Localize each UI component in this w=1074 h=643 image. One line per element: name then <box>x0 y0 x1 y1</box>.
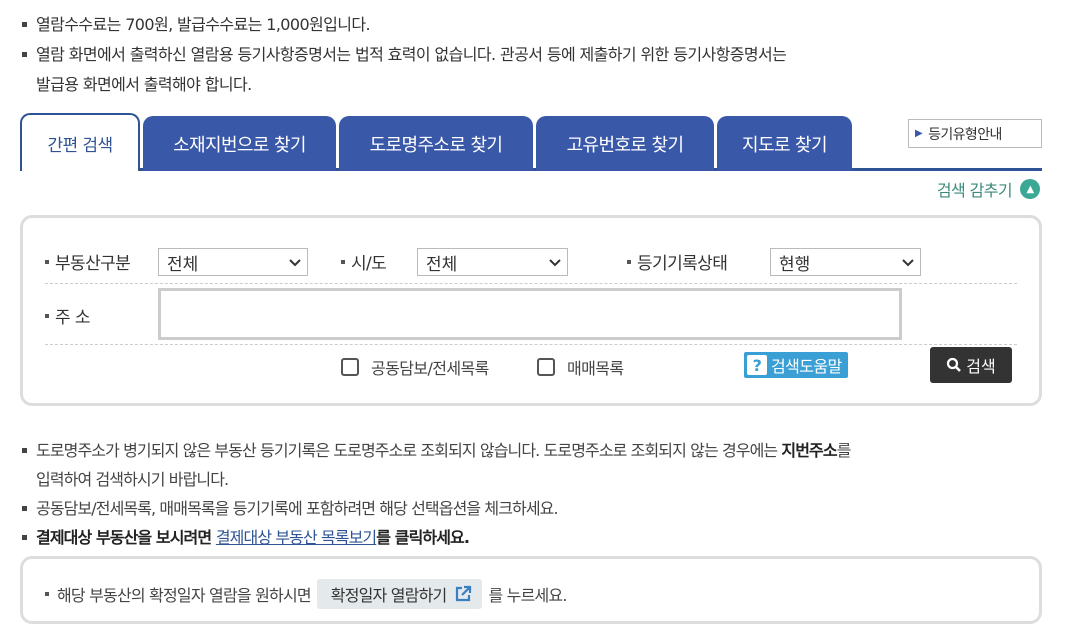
record-status-label: 등기기록상태 <box>627 249 728 274</box>
search-button[interactable]: 검색 <box>930 347 1012 383</box>
bullet <box>45 592 49 596</box>
notice-checkbox-options: 공동담보/전세목록, 매매목록을 등기기록에 포함하려면 해당 선택옵션을 체크… <box>20 494 1050 523</box>
joint-collateral-checkbox[interactable]: 공동담보/전세목록 <box>341 355 489 379</box>
guide-button-label: 등기유형안내 <box>928 126 1002 143</box>
confirm-date-notice: 해당 부동산의 확정일자 열람을 원하시면 확정일자 열람하기 를 누르세요. <box>45 579 567 609</box>
notice-lot-address-strong: 지번주소 <box>781 441 837 460</box>
city-value: 전체 <box>426 254 458 275</box>
notice-road-address: 도로명주소가 병기되지 않은 부동산 등기기록은 도로명주소로 조회되지 않습니… <box>20 436 1050 465</box>
record-status-value: 현행 <box>779 254 811 275</box>
checkbox-icon <box>341 358 359 376</box>
tab-lot-number[interactable]: 소재지번으로 찾기 <box>143 116 336 171</box>
divider <box>45 283 1017 284</box>
view-confirm-date-button[interactable]: 확정일자 열람하기 <box>316 579 483 609</box>
city-label: 시/도 <box>341 249 387 274</box>
joint-collateral-label: 공동담보/전세목록 <box>371 359 489 378</box>
notice-legal: 열람 화면에서 출력하신 열람용 등기사항증명서는 법적 효력이 없습니다. 관… <box>20 40 1060 70</box>
tab-simple-search[interactable]: 간편 검색 <box>20 113 140 171</box>
notice-road-address-suffix: 를 <box>836 441 852 460</box>
notice-bottom: 도로명주소가 병기되지 않은 부동산 등기기록은 도로명주소로 조회되지 않습니… <box>20 436 1050 552</box>
tab-unique-number[interactable]: 고유번호로 찾기 <box>536 116 714 171</box>
notice-road-address-cont-text: 입력하여 검색하시기 바랍니다. <box>36 470 229 489</box>
notice-fee: 열람수수료는 700원, 발급수수료는 1,000원입니다. <box>20 10 1060 40</box>
search-help-button[interactable]: ? 검색도움말 <box>744 352 848 378</box>
chevron-down-icon <box>289 259 301 267</box>
payment-list-link[interactable]: 결제대상 부동산 목록보기 <box>216 528 377 547</box>
tab-map[interactable]: 지도로 찾기 <box>717 116 852 171</box>
sale-list-label: 매매목록 <box>567 359 624 378</box>
city-select[interactable]: 전체 <box>417 248 568 276</box>
confirm-after-text: 를 누르세요. <box>488 586 567 605</box>
notice-top: 열람수수료는 700원, 발급수수료는 1,000원입니다. 열람 화면에서 출… <box>20 10 1060 99</box>
checkbox-icon <box>537 358 555 376</box>
registry-type-guide-button[interactable]: ▶ 등기유형안내 <box>908 119 1042 148</box>
property-type-select[interactable]: 전체 <box>158 248 308 276</box>
search-button-label: 검색 <box>966 357 996 376</box>
address-input[interactable] <box>158 288 902 340</box>
notice-payment-text: 결제대상 부동산을 보시려면 <box>36 528 216 547</box>
tab-road-address[interactable]: 도로명주소로 찾기 <box>339 116 533 171</box>
divider <box>45 344 1017 345</box>
search-tabs: 간편 검색 소재지번으로 찾기 도로명주소로 찾기 고유번호로 찾기 지도로 찾… <box>20 113 1042 171</box>
question-icon: ? <box>747 355 767 375</box>
notice-road-address-text: 도로명주소가 병기되지 않은 부동산 등기기록은 도로명주소로 조회되지 않습니… <box>36 441 782 460</box>
notice-road-address-cont: 입력하여 검색하시기 바랍니다. <box>20 465 1050 494</box>
notice-legal-cont: 발급용 화면에서 출력해야 합니다. <box>20 70 1060 99</box>
view-confirm-date-label: 확정일자 열람하기 <box>330 586 447 605</box>
property-type-value: 전체 <box>167 254 199 275</box>
search-icon <box>947 357 962 372</box>
search-panel: 부동산구분 전체 시/도 전체 등기기록상태 현행 주 소 공동담보/전세목록 … <box>20 215 1042 406</box>
confirm-date-panel: 해당 부동산의 확정일자 열람을 원하시면 확정일자 열람하기 를 누르세요. <box>20 556 1042 624</box>
chevron-down-icon <box>902 259 914 267</box>
hide-search-link[interactable]: 검색 감추기 ▲ <box>937 177 1040 201</box>
hide-search-label: 검색 감추기 <box>936 181 1013 200</box>
chevron-down-icon <box>549 259 561 267</box>
search-help-label: 검색도움말 <box>771 357 842 376</box>
sale-list-checkbox[interactable]: 매매목록 <box>537 355 624 379</box>
chevron-up-icon: ▲ <box>1020 179 1040 199</box>
notice-payment-list: 결제대상 부동산을 보시려면 결제대상 부동산 목록보기를 클릭하세요. <box>20 523 1050 552</box>
notice-legal-cont-text: 발급용 화면에서 출력해야 합니다. <box>36 75 252 94</box>
address-label: 주 소 <box>45 303 90 328</box>
property-type-label: 부동산구분 <box>45 249 131 274</box>
notice-payment-suffix: 를 클릭하세요. <box>376 528 470 547</box>
chevron-right-icon: ▶ <box>915 128 923 139</box>
external-link-icon <box>456 585 472 602</box>
confirm-before-text: 해당 부동산의 확정일자 열람을 원하시면 <box>57 586 312 605</box>
record-status-select[interactable]: 현행 <box>770 248 921 276</box>
